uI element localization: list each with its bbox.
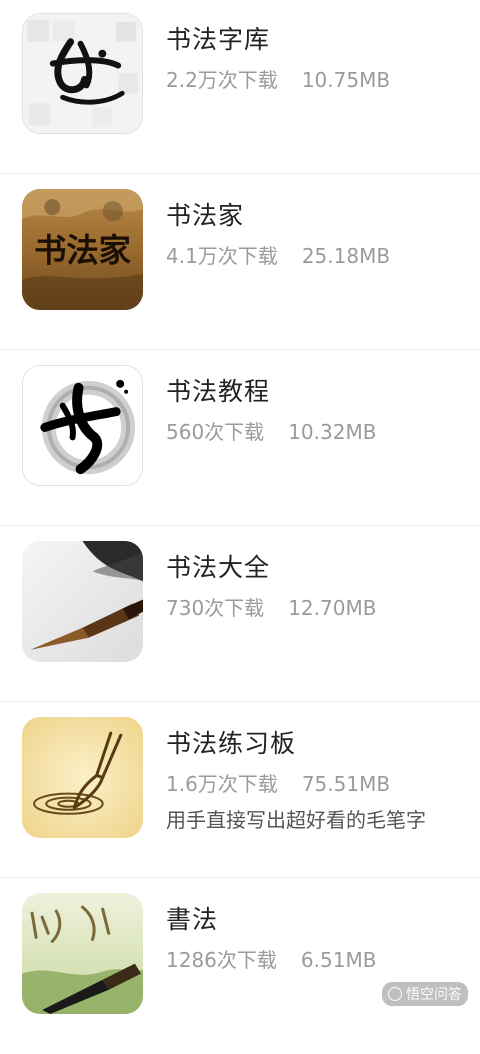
app-meta: 2.2万次下载 10.75MB	[166, 64, 390, 93]
download-count: 1286次下载	[166, 948, 277, 972]
download-count: 560次下载	[166, 420, 265, 444]
calligraphy-font-library-icon	[22, 13, 143, 134]
file-size: 25.18MB	[301, 244, 391, 268]
calligraphy-tutorial-icon	[22, 365, 143, 486]
download-count: 1.6万次下载	[166, 772, 278, 796]
app-meta: 1286次下载 6.51MB	[166, 944, 376, 973]
watermark-logo-icon	[388, 987, 402, 1001]
file-size: 10.32MB	[288, 420, 377, 444]
app-name: 书法教程	[166, 377, 271, 406]
icon-lettering: 书法家	[34, 232, 131, 270]
file-size: 75.51MB	[301, 772, 391, 796]
app-description: 用手直接写出超好看的毛笔字	[166, 808, 426, 832]
file-size: 6.51MB	[300, 948, 377, 972]
watermark-text: 悟空问答	[406, 987, 462, 1003]
brush-landscape-icon	[22, 893, 143, 1014]
file-size: 12.70MB	[288, 596, 377, 620]
app-meta: 560次下载 10.32MB	[166, 416, 376, 445]
download-count: 2.2万次下载	[166, 68, 278, 92]
app-list-item[interactable]: 书法练习板 1.6万次下载 75.51MB 用手直接写出超好看的毛笔字	[0, 702, 480, 878]
calligrapher-painting-icon: 书法家	[22, 189, 143, 310]
file-size: 10.75MB	[301, 68, 391, 92]
app-meta: 730次下载 12.70MB	[166, 592, 376, 621]
download-count: 4.1万次下载	[166, 244, 278, 268]
app-name: 书法家	[166, 201, 245, 230]
app-name: 书法练习板	[166, 729, 297, 758]
app-list-item[interactable]: 书法家 书法家 4.1万次下载 25.18MB	[0, 174, 480, 350]
app-name: 書法	[166, 905, 219, 934]
watermark: 悟空问答	[382, 982, 468, 1006]
app-meta: 1.6万次下载 75.51MB	[166, 768, 390, 797]
app-list-item[interactable]: 书法教程 560次下载 10.32MB	[0, 350, 480, 526]
download-count: 730次下载	[166, 596, 265, 620]
app-name: 书法字库	[166, 25, 271, 54]
app-meta: 4.1万次下载 25.18MB	[166, 240, 390, 269]
app-list-item[interactable]: 書法 1286次下载 6.51MB	[0, 878, 480, 1054]
brush-on-paper-icon	[22, 541, 143, 662]
app-list-item[interactable]: 书法大全 730次下载 12.70MB	[0, 526, 480, 702]
brush-practice-board-icon	[22, 717, 143, 838]
app-name: 书法大全	[166, 553, 271, 582]
app-list-item[interactable]: 书法字库 2.2万次下载 10.75MB	[0, 0, 480, 174]
